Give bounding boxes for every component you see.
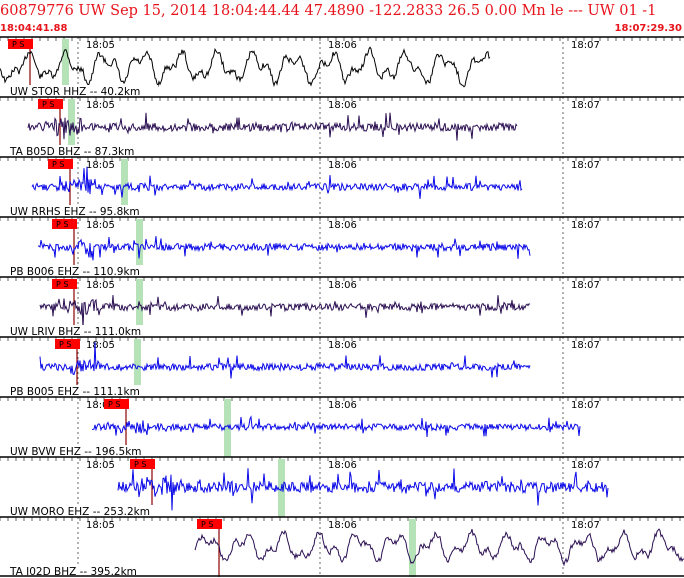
- seismogram-trace: [194, 528, 684, 567]
- trace-panel: 18:05 18:06 18:07 P S PB B006 EHZ -- 110.9km: [0, 216, 684, 278]
- station-label: UW RRHS EHZ -- 95.8km: [10, 206, 140, 218]
- pick-marker-label: P S: [56, 280, 68, 289]
- pick-marker-label: P S: [134, 460, 146, 469]
- time-tick-label: 18:05: [86, 520, 115, 531]
- seismogram-trace: [117, 468, 609, 511]
- time-tick-label: 18:05: [86, 160, 115, 171]
- time-tick-label: 18:05: [86, 280, 115, 291]
- seismogram-trace: [31, 166, 523, 199]
- time-tick-label: 18:06: [328, 400, 357, 411]
- seismogram-trace: [39, 295, 531, 329]
- s-wave-window: [409, 519, 416, 577]
- time-tick-label: 18:07: [571, 340, 600, 351]
- station-label: PB B006 EHZ -- 110.9km: [10, 266, 140, 278]
- seismogram-trace: [37, 236, 531, 261]
- time-tick-label: 18:05: [86, 100, 115, 111]
- time-tick-label: 18:05: [86, 40, 115, 51]
- time-tick-label: 18:06: [328, 460, 357, 471]
- pick-marker-label: P S: [59, 340, 71, 349]
- station-label: UW LRIV BHZ -- 111.0km: [10, 326, 141, 338]
- time-tick-label: 18:06: [328, 220, 357, 231]
- trace-panel: 18:05 18:06 18:07P SUW BVW EHZ -- 196.5km: [0, 396, 684, 458]
- seismogram-trace: [0, 46, 491, 88]
- time-tick-label: 18:06: [328, 40, 357, 51]
- time-tick-label: 18:07: [571, 280, 600, 291]
- station-label: UW STOR HHZ -- 40.2km: [10, 86, 140, 98]
- station-label: TA B05D BHZ -- 87.3km: [9, 146, 134, 158]
- time-tick-label: 18:07: [571, 220, 600, 231]
- pick-marker-label: P S: [42, 100, 54, 109]
- seismogram-trace: [91, 415, 581, 438]
- station-label: UW BVW EHZ -- 196.5km: [10, 446, 142, 458]
- trace-panel: 18:05 18:06 18:07 P S TA B05D BHZ -- 87.3km: [0, 96, 684, 158]
- pick-marker-label: P S: [201, 520, 213, 529]
- station-label: PB B005 EHZ -- 111.1km: [10, 386, 140, 398]
- time-tick-label: 18:07: [571, 160, 600, 171]
- trace-panels: 18:05 18:06 18:07P SUW STOR HHZ -- 40.2km1…: [0, 36, 684, 578]
- pick-marker-label: P S: [108, 400, 120, 409]
- trace-panel: 18:05 18:06 18:07 P S UW STOR HHZ -- 40.2km: [0, 36, 684, 98]
- time-tick-label: 18:05: [86, 340, 115, 351]
- time-tick-label: 18:06: [328, 340, 357, 351]
- s-wave-window: [224, 399, 231, 457]
- time-tick-label: 18:06: [328, 100, 357, 111]
- time-tick-label: 18:06: [328, 520, 357, 531]
- pick-marker-label: P S: [12, 40, 24, 49]
- trace-panel: 18:05 18:06 18:07 P S UW LRIV BHZ -- 111.0km: [0, 276, 684, 338]
- time-tick-label: 18:07: [571, 40, 600, 51]
- trace-panel: 18:05 18:06 18:07 P S UW RRHS EHZ -- 95.8km: [0, 156, 684, 218]
- time-tick-label: 18:07: [571, 460, 600, 471]
- seismogram-plot: 18:05 18:06 18:07P SUW STOR HHZ -- 40.2km1…: [0, 36, 684, 578]
- time-tick-label: 18:07: [571, 400, 600, 411]
- trace-panel: 18:05 18:06 18:07 P S PB B005 EHZ -- 111.1km: [0, 336, 684, 398]
- time-tick-label: 18:07: [571, 100, 600, 111]
- seismogram-trace: [27, 112, 518, 141]
- trace-panel: 18:05 18:06 18:07P STA I02D BHZ -- 395.2km: [0, 516, 684, 578]
- time-tick-label: 18:07: [571, 520, 600, 531]
- time-tick-label: 18:05: [86, 460, 115, 471]
- pick-marker-label: P S: [52, 160, 64, 169]
- time-tick-label: 18:06: [328, 280, 357, 291]
- station-label: UW MORO EHZ -- 253.2km: [10, 506, 150, 518]
- time-tick-label: 18:05: [86, 220, 115, 231]
- pick-marker-label: P S: [56, 220, 68, 229]
- trace-panel: 18:05 18:06 18:07 P S UW MORO EHZ -- 253.2km: [0, 456, 684, 518]
- time-tick-label: 18:06: [328, 160, 357, 171]
